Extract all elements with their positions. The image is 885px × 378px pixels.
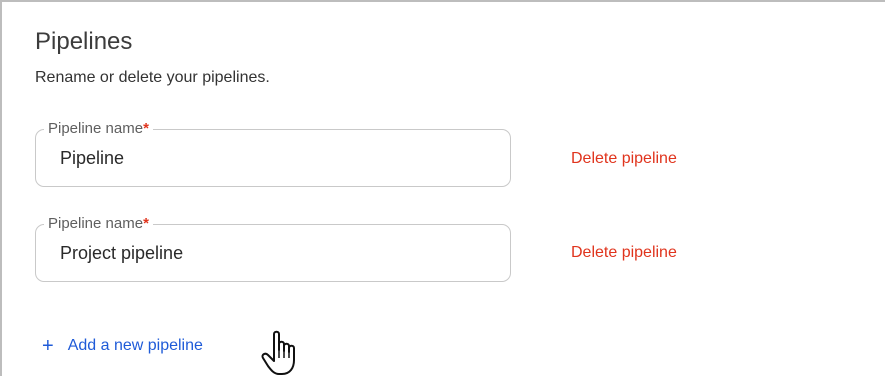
delete-pipeline-button-1[interactable]: Delete pipeline [571,150,677,168]
hand-pointer-icon [261,330,295,375]
pipeline-name-field-1[interactable]: Pipeline name* [35,119,511,187]
required-asterisk: * [143,215,149,232]
add-pipeline-label: Add a new pipeline [67,337,203,354]
page-subtitle: Rename or delete your pipelines. [35,69,270,86]
page-title: Pipelines [35,28,133,55]
add-pipeline-button[interactable]: + Add a new pipeline [42,335,203,357]
pipelines-panel: Pipelines Rename or delete your pipeline… [0,0,885,376]
required-asterisk: * [143,120,149,137]
pipeline-name-input-2[interactable] [60,243,490,264]
pipeline-name-label-2: Pipeline name* [44,214,153,234]
plus-icon: + [42,335,54,357]
delete-pipeline-button-2[interactable]: Delete pipeline [571,244,677,262]
pipeline-name-label-1: Pipeline name* [44,119,153,139]
pipeline-name-field-2[interactable]: Pipeline name* [35,214,511,282]
pipeline-name-input-1[interactable] [60,148,490,169]
